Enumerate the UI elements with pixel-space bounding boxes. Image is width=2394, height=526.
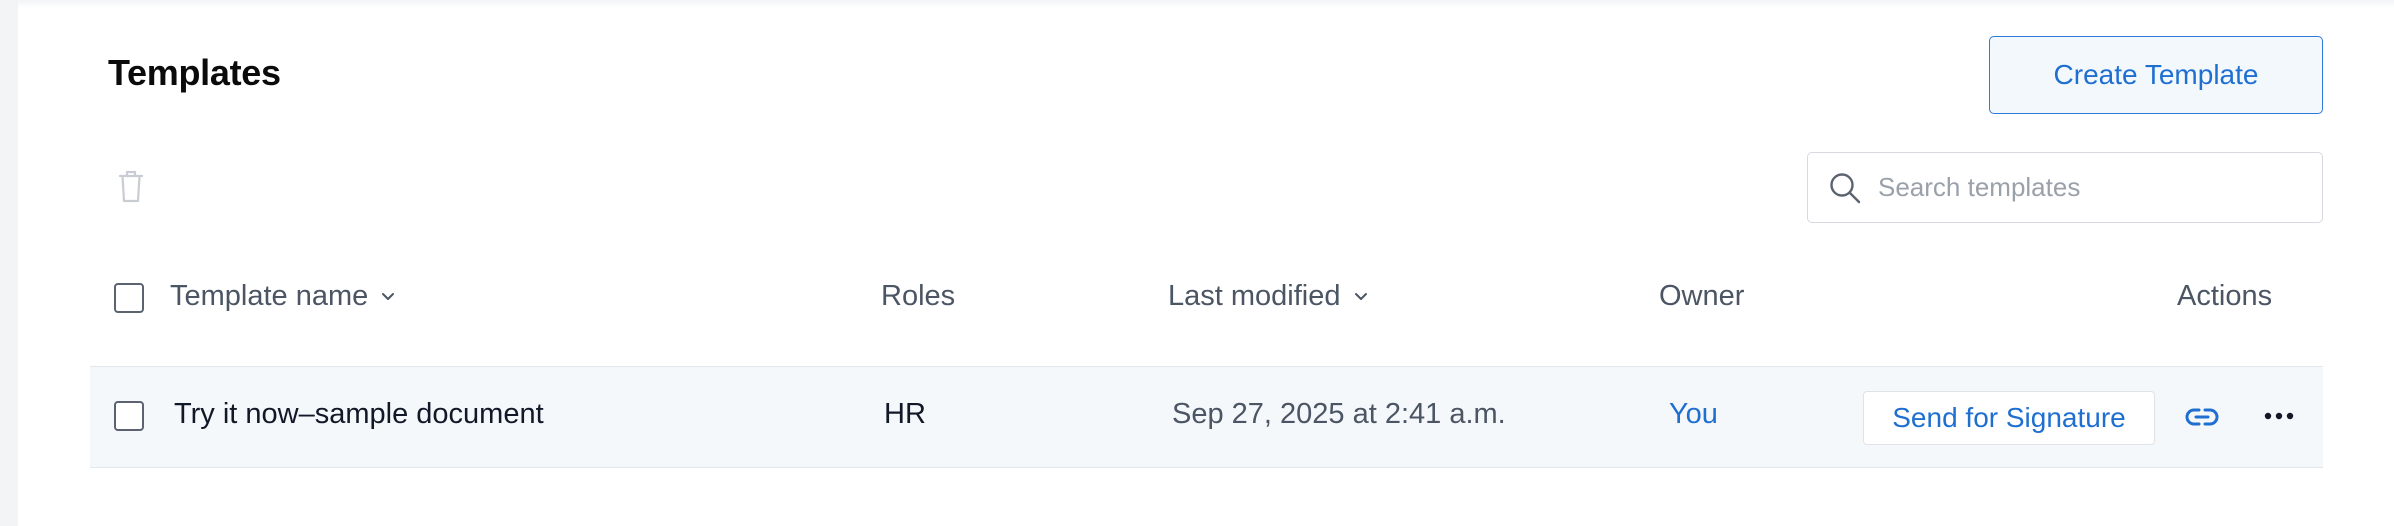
trash-icon[interactable] — [116, 168, 146, 204]
column-header-last-modified[interactable]: Last modified — [1168, 280, 1369, 313]
send-for-signature-button[interactable]: Send for Signature — [1863, 391, 2155, 445]
chevron-down-icon — [1354, 292, 1367, 300]
select-all-checkbox[interactable] — [114, 283, 144, 313]
column-header-actions: Actions — [2177, 280, 2272, 313]
roles-cell: HR — [884, 398, 926, 430]
column-header-label: Last modified — [1168, 280, 1341, 312]
left-rail — [0, 0, 18, 526]
column-header-label: Owner — [1659, 280, 1745, 312]
chevron-down-icon — [382, 292, 395, 300]
create-template-button[interactable]: Create Template — [1989, 36, 2323, 114]
column-header-roles: Roles — [881, 280, 955, 313]
row-checkbox[interactable] — [114, 401, 144, 431]
search-input[interactable] — [1878, 172, 2308, 203]
column-header-label: Roles — [881, 280, 956, 312]
page-title: Templates — [108, 52, 281, 93]
last-modified-cell: Sep 27, 2025 at 2:41 a.m. — [1172, 398, 1506, 430]
search-box — [1807, 152, 2323, 223]
search-icon — [1830, 172, 1861, 203]
column-header-owner: Owner — [1659, 280, 1744, 313]
template-name-cell[interactable]: Try it now–sample document — [174, 398, 544, 431]
more-horizontal-icon[interactable] — [2263, 408, 2295, 424]
column-header-label: Actions — [2177, 280, 2273, 312]
top-shadow — [18, 0, 2394, 8]
column-header-label: Template name — [170, 280, 369, 312]
owner-link[interactable]: You — [1669, 398, 1718, 431]
link-icon[interactable] — [2184, 402, 2220, 432]
column-header-template-name[interactable]: Template name — [170, 280, 396, 313]
